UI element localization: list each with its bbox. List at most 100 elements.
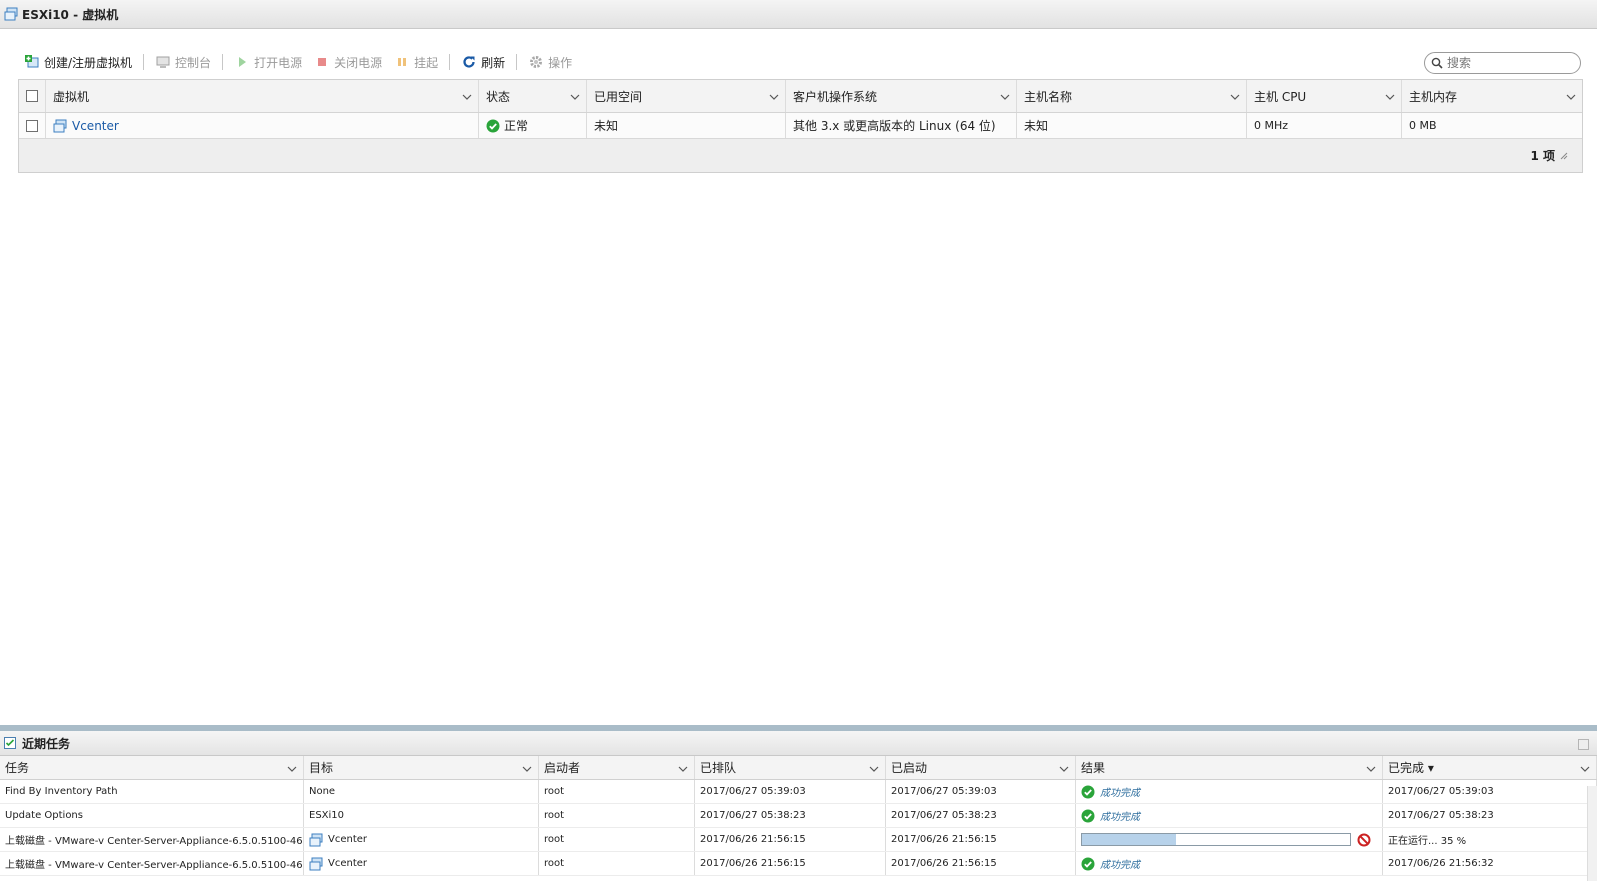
task-queued: 2017/06/26 21:56:15 xyxy=(695,828,886,851)
task-target: ESXi10 xyxy=(304,804,539,827)
refresh-button[interactable]: 刷新 xyxy=(455,52,511,72)
create-vm-button[interactable]: 创建/注册虚拟机 xyxy=(18,52,138,72)
column-header-host-name[interactable]: 主机名称 xyxy=(1017,80,1247,112)
row-checkbox[interactable] xyxy=(26,119,38,132)
task-target: Vcenter xyxy=(304,828,539,851)
vm-status-text: 正常 xyxy=(504,119,529,133)
task-result-text: 成功完成 xyxy=(1100,812,1140,823)
recent-tasks-panel: 近期任务 任务 目标 启动者 已排队 已启动 结果 已完成 ▾ Find By … xyxy=(0,725,1597,881)
chevron-down-icon[interactable] xyxy=(1580,761,1590,775)
task-started: 2017/06/26 21:56:15 xyxy=(886,828,1076,851)
task-started: 2017/06/27 05:39:03 xyxy=(886,780,1076,803)
task-name: Update Options xyxy=(0,804,304,827)
chevron-down-icon[interactable] xyxy=(678,761,688,775)
table-row[interactable]: Vcenter 正常 未知 其他 3.x 或更高版本的 Linux (64 位)… xyxy=(19,113,1582,139)
power-on-label: 打开电源 xyxy=(254,55,303,70)
column-header-status[interactable]: 状态 xyxy=(479,80,587,112)
actions-button[interactable]: 操作 xyxy=(522,52,578,72)
chevron-down-icon[interactable] xyxy=(769,89,779,103)
task-progress-fill xyxy=(1082,834,1176,845)
check-circle-icon xyxy=(1081,785,1095,799)
task-result: 成功完成 xyxy=(1076,852,1383,875)
chevron-down-icon[interactable] xyxy=(1366,761,1376,775)
toolbar-separator xyxy=(222,54,224,70)
vm-name-cell: Vcenter xyxy=(46,113,479,138)
table-row[interactable]: 上载磁盘 - VMware-v Center-Server-Appliance-… xyxy=(0,852,1597,876)
task-name: 上载磁盘 - VMware-v Center-Server-Appliance-… xyxy=(0,852,304,875)
vm-used-space-cell: 未知 xyxy=(587,113,786,138)
chevron-down-icon[interactable] xyxy=(462,89,472,103)
task-completed: 2017/06/26 21:56:32 xyxy=(1383,852,1597,875)
console-button[interactable]: 控制台 xyxy=(149,52,217,72)
power-off-label: 关闭电源 xyxy=(334,55,383,70)
suspend-button[interactable]: 挂起 xyxy=(388,52,444,72)
column-header-guest-os[interactable]: 客户机操作系统 xyxy=(786,80,1017,112)
create-vm-icon xyxy=(24,54,40,70)
task-queued: 2017/06/27 05:39:03 xyxy=(695,780,886,803)
column-header-target[interactable]: 目标 xyxy=(304,756,539,779)
chevron-down-icon[interactable] xyxy=(1566,89,1576,103)
column-header-completed[interactable]: 已完成 ▾ xyxy=(1383,756,1597,779)
cancel-task-icon[interactable] xyxy=(1357,833,1371,847)
row-select-cell xyxy=(19,113,46,138)
vm-table-header: 虚拟机 状态 已用空间 客户机操作系统 主机名称 主机 CPU 主机内存 xyxy=(19,80,1582,113)
vm-table-footer: 1 项 xyxy=(19,139,1582,172)
tasks-table-header: 任务 目标 启动者 已排队 已启动 结果 已完成 ▾ xyxy=(0,756,1597,780)
stop-icon xyxy=(314,54,330,70)
chevron-down-icon[interactable] xyxy=(570,89,580,103)
column-header-host-cpu[interactable]: 主机 CPU xyxy=(1247,80,1402,112)
table-row[interactable]: 上载磁盘 - VMware-v Center-Server-Appliance-… xyxy=(0,828,1597,852)
play-icon xyxy=(234,54,250,70)
task-progress-bar xyxy=(1081,833,1351,846)
vm-table: 虚拟机 状态 已用空间 客户机操作系统 主机名称 主机 CPU 主机内存 Vce… xyxy=(18,79,1583,173)
task-initiator: root xyxy=(539,852,695,875)
column-header-task[interactable]: 任务 xyxy=(0,756,304,779)
table-row[interactable]: Find By Inventory Path None root 2017/06… xyxy=(0,780,1597,804)
gear-icon xyxy=(528,54,544,70)
check-circle-icon xyxy=(1081,809,1095,823)
chevron-down-icon[interactable] xyxy=(1385,89,1395,103)
chevron-down-icon[interactable] xyxy=(869,761,879,775)
table-row[interactable]: Update Options ESXi10 root 2017/06/27 05… xyxy=(0,804,1597,828)
select-all-checkbox[interactable] xyxy=(26,90,38,102)
vm-folder-icon xyxy=(4,7,18,21)
chevron-down-icon[interactable] xyxy=(1230,89,1240,103)
column-header-vm[interactable]: 虚拟机 xyxy=(46,80,479,112)
search-box[interactable] xyxy=(1424,52,1581,74)
power-off-button[interactable]: 关闭电源 xyxy=(308,52,388,72)
check-circle-icon xyxy=(1081,857,1095,871)
resize-grip-icon[interactable] xyxy=(1560,149,1568,163)
window-titlebar: ESXi10 - 虚拟机 xyxy=(0,0,1597,29)
vm-name-link[interactable]: Vcenter xyxy=(72,119,119,133)
refresh-label: 刷新 xyxy=(481,55,506,70)
column-header-queued[interactable]: 已排队 xyxy=(695,756,886,779)
task-result-text: 成功完成 xyxy=(1100,860,1140,871)
column-header-started[interactable]: 已启动 xyxy=(886,756,1076,779)
search-input[interactable] xyxy=(1447,56,1575,70)
vm-icon xyxy=(53,119,67,133)
check-circle-icon xyxy=(486,119,500,133)
panel-minimize-button[interactable] xyxy=(1578,739,1589,750)
task-queued: 2017/06/26 21:56:15 xyxy=(695,852,886,875)
vm-icon xyxy=(309,833,323,847)
task-started: 2017/06/26 21:56:15 xyxy=(886,852,1076,875)
vm-host-cpu-cell: 0 MHz xyxy=(1247,113,1402,138)
chevron-down-icon[interactable] xyxy=(1000,89,1010,103)
chevron-down-icon[interactable] xyxy=(287,761,297,775)
tasks-scrollbar[interactable] xyxy=(1587,786,1597,881)
chevron-down-icon[interactable] xyxy=(522,761,532,775)
task-name: Find By Inventory Path xyxy=(0,780,304,803)
console-label: 控制台 xyxy=(175,55,212,70)
power-on-button[interactable]: 打开电源 xyxy=(228,52,308,72)
task-completed: 正在运行... 35 % xyxy=(1383,828,1597,851)
column-header-host-memory[interactable]: 主机内存 xyxy=(1402,80,1582,112)
recent-tasks-title: 近期任务 xyxy=(22,736,71,751)
chevron-down-icon[interactable] xyxy=(1059,761,1069,775)
task-target-text: Vcenter xyxy=(328,834,368,845)
column-header-result[interactable]: 结果 xyxy=(1076,756,1383,779)
column-header-used-space[interactable]: 已用空间 xyxy=(587,80,786,112)
column-header-initiator[interactable]: 启动者 xyxy=(539,756,695,779)
task-initiator: root xyxy=(539,780,695,803)
task-name: 上载磁盘 - VMware-v Center-Server-Appliance-… xyxy=(0,828,304,851)
vm-guest-os-cell: 其他 3.x 或更高版本的 Linux (64 位) xyxy=(786,113,1017,138)
